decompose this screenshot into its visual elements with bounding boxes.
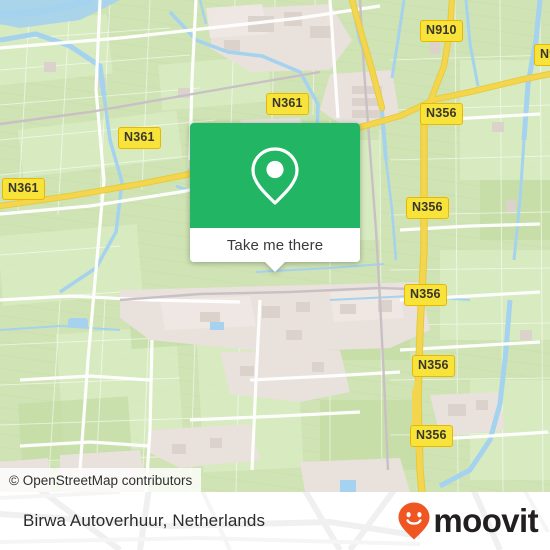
- moovit-location-card: N361 N361 N361 N910 N9 N356 N356 N356 N3…: [0, 0, 550, 550]
- road-shield-n356-b[interactable]: N356: [406, 197, 449, 219]
- location-popup[interactable]: Take me there: [190, 123, 360, 272]
- popup-action-bar[interactable]: Take me there: [190, 228, 360, 262]
- popup-body: Take me there: [190, 123, 360, 262]
- map-attribution[interactable]: © OpenStreetMap contributors: [0, 468, 202, 492]
- location-title-text: Birwa Autoverhuur, Netherlands: [23, 511, 266, 530]
- road-shield-n9[interactable]: N9: [534, 44, 550, 66]
- map-pin-icon: [251, 146, 299, 205]
- road-shield-n356-d[interactable]: N356: [412, 355, 455, 377]
- attribution-text: © OpenStreetMap contributors: [9, 472, 193, 488]
- road-shield-n356-a[interactable]: N356: [420, 103, 463, 125]
- moovit-brand[interactable]: moovit: [397, 492, 539, 550]
- take-me-there-label: Take me there: [226, 236, 324, 254]
- road-shield-n910[interactable]: N910: [420, 20, 463, 42]
- road-shield-n356-c[interactable]: N356: [404, 284, 447, 306]
- road-shield-n361-b[interactable]: N361: [266, 93, 309, 115]
- location-title: Birwa Autoverhuur, Netherlands: [23, 492, 265, 550]
- road-shield-n356-e[interactable]: N356: [410, 425, 453, 447]
- road-shield-n361-a[interactable]: N361: [118, 127, 161, 149]
- popup-icon-area: [190, 123, 360, 228]
- map-canvas[interactable]: N361 N361 N361 N910 N9 N356 N356 N356 N3…: [0, 0, 550, 492]
- moovit-wordmark: moovit: [433, 501, 538, 539]
- road-shield-n361-c[interactable]: N361: [2, 178, 45, 200]
- footer-bar: Birwa Autoverhuur, Netherlands moovit: [0, 492, 550, 550]
- moovit-smiley-pin-icon: [398, 502, 430, 540]
- popup-tail-arrow: [264, 261, 286, 272]
